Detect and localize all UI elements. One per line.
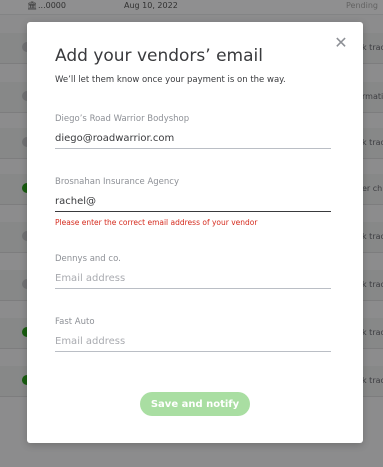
vendor-email-field: Brosnahan Insurance Agency Please enter …	[55, 177, 331, 227]
vendor-name-label: Fast Auto	[55, 317, 95, 327]
vendor-email-input[interactable]	[55, 331, 331, 352]
email-error-message: Please enter the correct email address o…	[55, 218, 258, 227]
vendor-email-field: Diego’s Road Warrior Bodyshop	[55, 114, 331, 149]
vendor-name-label: Brosnahan Insurance Agency	[55, 177, 179, 187]
dialog-subtitle: We’ll let them know once your payment is…	[55, 75, 286, 85]
vendor-email-field: Dennys and co.	[55, 254, 331, 289]
vendor-email-input[interactable]	[55, 191, 331, 212]
save-and-notify-button[interactable]: Save and notify	[140, 392, 250, 416]
vendor-email-dialog: ✕ Add your vendors’ email We’ll let them…	[27, 22, 363, 443]
vendor-email-input[interactable]	[55, 128, 331, 149]
dialog-title: Add your vendors’ email	[55, 46, 263, 66]
close-icon[interactable]: ✕	[333, 35, 349, 51]
vendor-email-input[interactable]	[55, 268, 331, 289]
vendor-email-field: Fast Auto	[55, 317, 331, 352]
vendor-name-label: Diego’s Road Warrior Bodyshop	[55, 114, 190, 124]
vendor-name-label: Dennys and co.	[55, 254, 121, 264]
